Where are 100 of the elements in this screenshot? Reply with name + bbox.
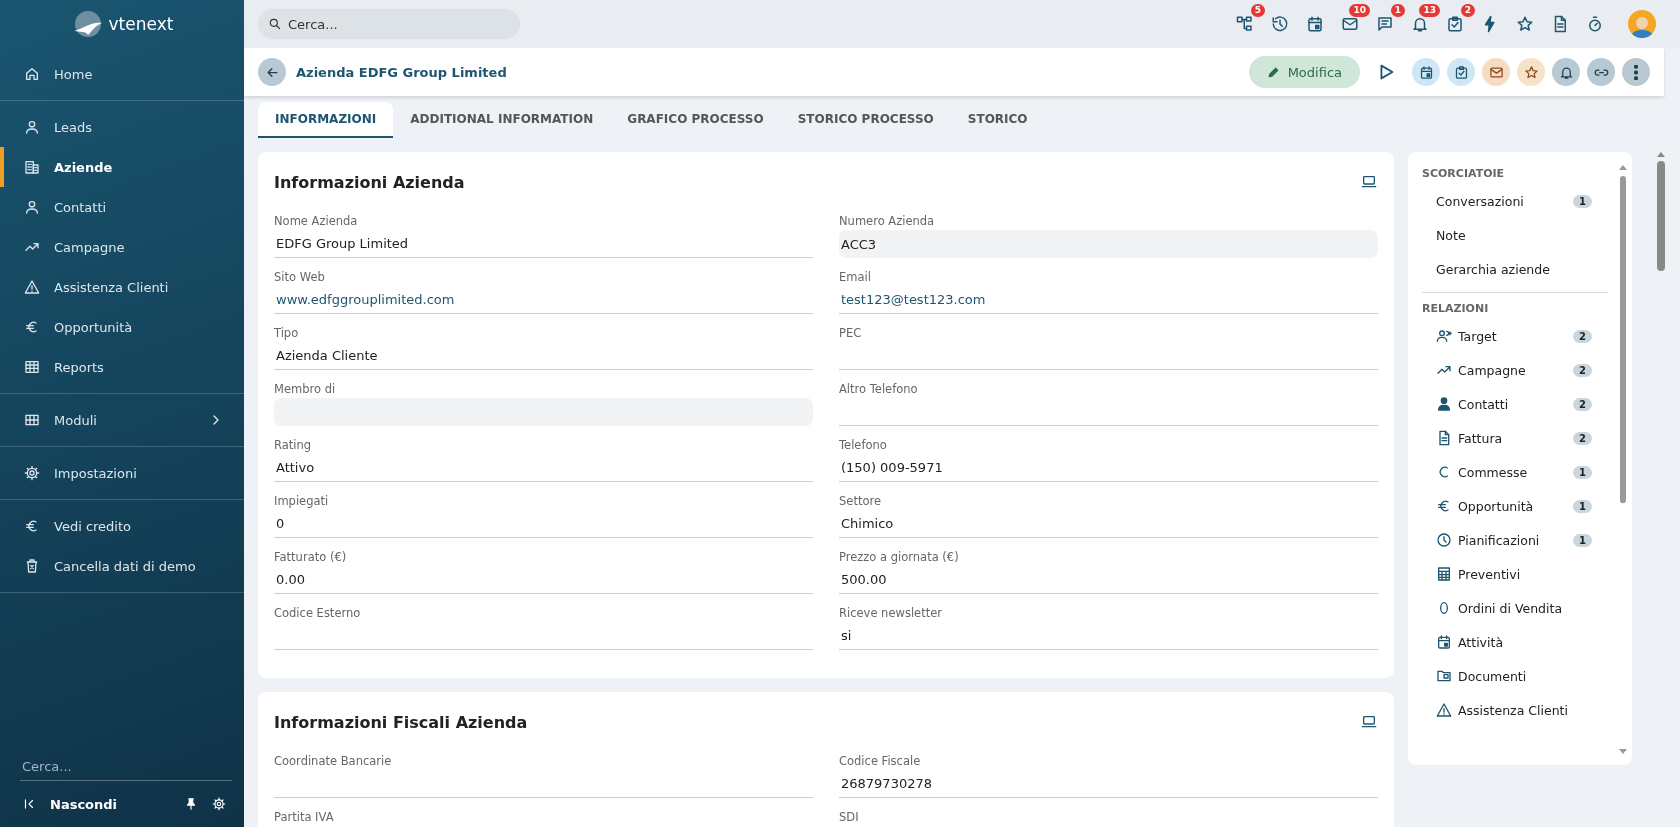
- sidebar-item[interactable]: Leads: [0, 107, 244, 147]
- field-label: Codice Esterno: [274, 605, 362, 622]
- laptop-icon: [1360, 714, 1378, 730]
- field-value: Chimico: [839, 510, 1378, 538]
- tab[interactable]: ADDITIONAL INFORMATION: [393, 102, 611, 138]
- panel-item[interactable]: Documenti: [1422, 659, 1608, 693]
- panel-item[interactable]: Attività: [1422, 625, 1608, 659]
- search-field[interactable]: Cerca...: [258, 9, 520, 39]
- hierarchy-icon[interactable]: [1236, 15, 1254, 33]
- notification-badge: 13: [1419, 4, 1440, 17]
- stopwatch-icon[interactable]: [1586, 15, 1604, 33]
- link-field[interactable]: www.edfggrouplimited.com: [274, 286, 813, 314]
- panel-item[interactable]: Commesse 1: [1422, 455, 1608, 489]
- more-button[interactable]: [1622, 58, 1650, 86]
- edit-button[interactable]: Modifica: [1248, 56, 1360, 88]
- sidebar-item[interactable]: Aziende: [0, 147, 244, 187]
- panel-item[interactable]: Preventivi: [1422, 557, 1608, 591]
- panel-item[interactable]: Pianificazioni 1: [1422, 523, 1608, 557]
- panel-item[interactable]: Conversazioni 1: [1422, 184, 1608, 218]
- field-label: PEC: [839, 325, 863, 342]
- sidebar-item[interactable]: Opportunità: [0, 307, 244, 347]
- notification-badge: 5: [1250, 4, 1265, 17]
- panel-item[interactable]: Opportunità 1: [1422, 489, 1608, 523]
- checklist-icon[interactable]: [1446, 15, 1464, 33]
- field-label: Codice Fiscale: [839, 753, 922, 770]
- checklist-icon: [1453, 64, 1469, 80]
- hide-sidebar-link[interactable]: Nascondi: [50, 796, 170, 812]
- tab[interactable]: INFORMAZIONI: [258, 102, 394, 138]
- field-value: 0.00: [274, 566, 813, 594]
- tab[interactable]: GRAFICO PROCESSO: [610, 102, 781, 138]
- settings-icon: [212, 797, 226, 811]
- notification-button[interactable]: [1552, 58, 1580, 86]
- bell-icon[interactable]: [1411, 15, 1429, 33]
- mail-button[interactable]: [1482, 58, 1510, 86]
- panel-item[interactable]: Ordini di Vendita: [1422, 591, 1608, 625]
- field-label: Telefono: [839, 437, 888, 454]
- warning-icon: [24, 279, 40, 295]
- count-badge: 2: [1573, 431, 1592, 445]
- calendar-icon: [1436, 634, 1452, 650]
- tab[interactable]: STORICO: [950, 102, 1045, 138]
- field-value: EDFG Group Limited: [274, 230, 813, 258]
- calendar-icon: [1418, 64, 1434, 80]
- calendar-icon[interactable]: [1306, 15, 1324, 33]
- task-button[interactable]: [1447, 58, 1475, 86]
- star-icon: [1523, 64, 1539, 80]
- settings-icon: [24, 465, 40, 481]
- field-label: Impiegati: [274, 493, 330, 510]
- sidebar-item[interactable]: Vedi credito: [0, 506, 244, 546]
- laptop-icon: [1360, 174, 1378, 190]
- panel-item[interactable]: Target 2: [1422, 319, 1608, 353]
- favorite-button[interactable]: [1517, 58, 1545, 86]
- field-value: si: [839, 622, 1378, 650]
- sidebar-item[interactable]: Cancella dati di demo: [0, 546, 244, 586]
- count-badge: 2: [1573, 329, 1592, 343]
- field-label: Partita IVA: [274, 809, 335, 826]
- back-button[interactable]: [258, 58, 286, 86]
- sidebar-item[interactable]: Home: [0, 54, 244, 94]
- sidebar-item[interactable]: Moduli: [0, 400, 244, 440]
- field-label: Membro di: [274, 381, 337, 398]
- field-label: Numero Azienda: [839, 213, 936, 230]
- panel-item[interactable]: Gerarchia aziende: [1422, 252, 1608, 286]
- sidebar-item[interactable]: Reports: [0, 347, 244, 387]
- field-value: 0: [274, 510, 813, 538]
- grid-icon: [24, 412, 40, 428]
- section-title: Informazioni Azienda: [274, 172, 465, 192]
- person-icon: [24, 199, 40, 215]
- notification-badge: 2: [1460, 4, 1475, 17]
- panel-item[interactable]: Assistenza Clienti: [1422, 693, 1608, 727]
- count-badge: 2: [1573, 363, 1592, 377]
- panel-item[interactable]: Campagne 2: [1422, 353, 1608, 387]
- tab[interactable]: STORICO PROCESSO: [780, 102, 951, 138]
- sidebar-item[interactable]: Assistenza Clienti: [0, 267, 244, 307]
- bell-icon: [1558, 64, 1574, 80]
- field-value: (150) 009-5971: [839, 454, 1378, 482]
- link-button[interactable]: [1587, 58, 1615, 86]
- field-value: Attivo: [274, 454, 813, 482]
- star-icon[interactable]: [1516, 15, 1534, 33]
- field-value: 500.00: [839, 566, 1378, 594]
- panel-item[interactable]: Contatti 2: [1422, 387, 1608, 421]
- field-label: SDI: [839, 809, 860, 826]
- panel-item[interactable]: Fattura 2: [1422, 421, 1608, 455]
- mail-icon[interactable]: [1341, 15, 1359, 33]
- avatar: [1628, 10, 1656, 38]
- record-title: Azienda EDFG Group Limited: [296, 64, 507, 80]
- chat-icon[interactable]: [1376, 15, 1394, 33]
- folder-icon: [1436, 668, 1452, 684]
- sidebar-item[interactable]: Campagne: [0, 227, 244, 267]
- search-field[interactable]: Cerca...: [20, 753, 232, 781]
- field-label: Settore: [839, 493, 882, 510]
- person-icon: [24, 119, 40, 135]
- sidebar-item[interactable]: Impostazioni: [0, 453, 244, 493]
- sidebar-item[interactable]: Contatti: [0, 187, 244, 227]
- notification-badge: 1: [1390, 4, 1405, 17]
- calendar-button[interactable]: [1412, 58, 1440, 86]
- history-icon[interactable]: [1271, 15, 1289, 33]
- section-title: Informazioni Fiscali Azienda: [274, 712, 528, 732]
- home-icon: [24, 66, 40, 82]
- link-field[interactable]: test123@test123.com: [839, 286, 1378, 314]
- panel-item[interactable]: Note: [1422, 218, 1608, 252]
- field-label: Sito Web: [274, 269, 326, 286]
